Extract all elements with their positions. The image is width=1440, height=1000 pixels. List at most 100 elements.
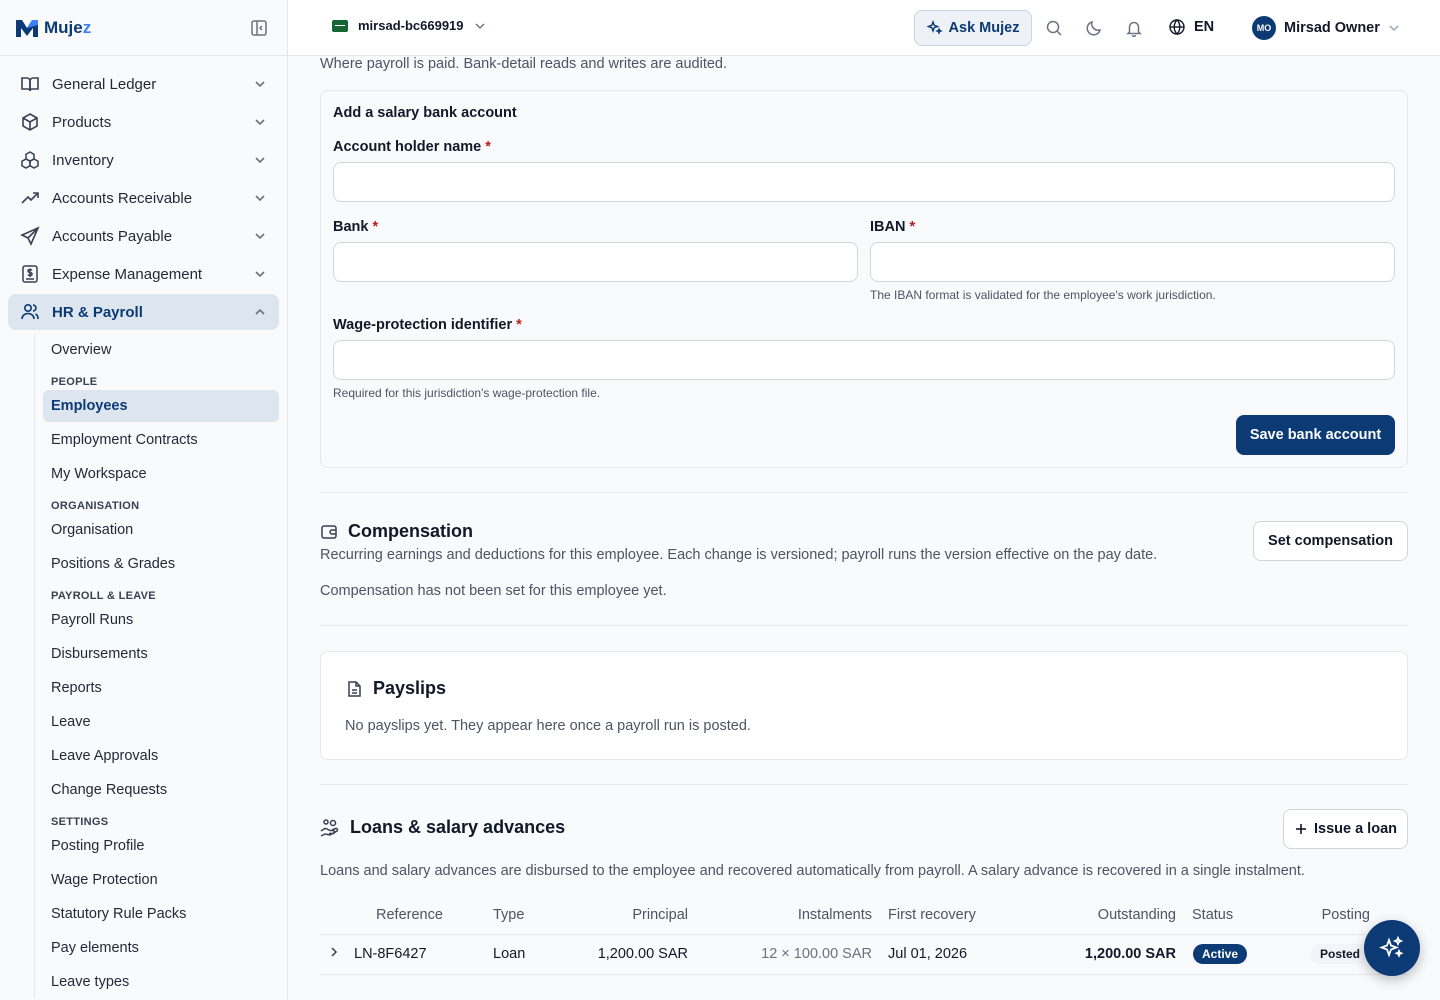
sidebar-sub-pay-elements[interactable]: Pay elements <box>43 932 279 964</box>
bank-input[interactable] <box>333 242 858 282</box>
sidebar-sub-leave-approvals[interactable]: Leave Approvals <box>43 740 279 772</box>
sparkles-icon <box>1379 935 1404 958</box>
tenant-switcher[interactable]: mirsad-bc669919 <box>332 18 486 33</box>
compensation-heading: Compensation <box>320 521 473 542</box>
issue-loan-button[interactable]: Issue a loan <box>1283 809 1408 849</box>
bank-form-title: Add a salary bank account <box>333 105 517 121</box>
loan-principal: 1,200.00 SAR <box>575 934 688 975</box>
globe-icon <box>1169 19 1185 35</box>
loans-description: Loans and salary advances are disbursed … <box>320 863 1305 879</box>
column-outstanding[interactable]: Outstanding <box>994 896 1176 935</box>
wage-protection-label: Wage-protection identifier * <box>333 317 522 333</box>
sidebar-collapse-icon[interactable] <box>250 19 268 37</box>
sidebar-group-settings: SETTINGS <box>51 816 109 828</box>
iban-hint: The IBAN format is validated for the emp… <box>870 288 1216 302</box>
column-type[interactable]: Type <box>493 896 575 935</box>
language-switcher[interactable]: EN <box>1168 18 1214 36</box>
sidebar-item-label: Accounts Payable <box>52 227 173 245</box>
sidebar-sub-reports[interactable]: Reports <box>43 672 279 704</box>
sidebar-item-accounts-payable[interactable]: Accounts Payable <box>8 218 279 254</box>
sidebar-sub-leave-types[interactable]: Leave types <box>43 966 279 998</box>
column-instalments[interactable]: Instalments <box>688 896 872 935</box>
sidebar-item-label: Products <box>52 113 112 131</box>
sidebar-item-accounts-receivable[interactable]: Accounts Receivable <box>8 180 279 216</box>
sidebar-sub-organisation[interactable]: Organisation <box>43 514 279 546</box>
document-icon <box>348 680 361 697</box>
sidebar-sub-my-workspace[interactable]: My Workspace <box>43 458 279 490</box>
saudi-flag-icon <box>332 19 348 32</box>
hr-payroll-submenu: Overview PEOPLE Employees Employment Con… <box>34 334 279 998</box>
set-compensation-button[interactable]: Set compensation <box>1253 521 1408 561</box>
sidebar-item-label: General Ledger <box>52 75 157 93</box>
plus-icon <box>1295 824 1306 834</box>
bell-icon[interactable] <box>1125 19 1143 37</box>
sidebar-sub-posting-profile[interactable]: Posting Profile <box>43 830 279 862</box>
book-icon <box>20 74 40 94</box>
sidebar-sub-overview[interactable]: Overview <box>43 334 279 366</box>
sidebar-sub-statutory-rule-packs[interactable]: Statutory Rule Packs <box>43 898 279 930</box>
receipt-dollar-icon <box>20 264 40 284</box>
sidebar-sub-positions-grades[interactable]: Positions & Grades <box>43 548 279 580</box>
user-name: Mirsad Owner <box>1284 20 1380 36</box>
sidebar-sub-change-requests[interactable]: Change Requests <box>43 774 279 806</box>
sidebar-sub-payroll-runs[interactable]: Payroll Runs <box>43 604 279 636</box>
sidebar-item-products[interactable]: Products <box>8 104 279 140</box>
compensation-section: Compensation Recurring earnings and dedu… <box>320 493 1408 625</box>
chevron-right-icon[interactable] <box>328 946 340 958</box>
account-holder-label: Account holder name * <box>333 139 491 155</box>
mujez-logo-icon <box>16 19 38 37</box>
sparkles-icon <box>926 20 943 35</box>
trending-up-icon <box>20 188 40 208</box>
hand-coins-icon <box>320 818 339 837</box>
chevron-down-icon <box>474 22 485 29</box>
account-holder-input[interactable] <box>333 162 1395 202</box>
sidebar-sub-employees[interactable]: Employees <box>43 390 279 422</box>
sidebar-item-label: HR & Payroll <box>52 303 143 321</box>
column-reference[interactable]: Reference <box>354 896 493 935</box>
search-icon[interactable] <box>1045 19 1063 37</box>
sidebar-group-organisation: ORGANISATION <box>51 500 140 512</box>
sidebar-nav: General Ledger Products Inventory Accoun… <box>0 56 287 998</box>
sidebar-item-inventory[interactable]: Inventory <box>8 142 279 178</box>
bank-label: Bank * <box>333 219 379 235</box>
chevron-down-icon <box>255 157 265 164</box>
table-header-row: Reference Type Principal Instalments Fir… <box>320 896 1408 935</box>
ai-assistant-fab[interactable] <box>1364 920 1420 976</box>
sidebar-item-expense-management[interactable]: Expense Management <box>8 256 279 292</box>
loan-outstanding: 1,200.00 SAR <box>994 934 1176 975</box>
sidebar: Mujez General Ledger Products Inventory … <box>0 0 288 1000</box>
sidebar-sub-disbursements[interactable]: Disbursements <box>43 638 279 670</box>
table-row[interactable]: LN-8F6427 Loan 1,200.00 SAR 12 × 100.00 … <box>320 934 1408 975</box>
iban-input[interactable] <box>870 242 1395 282</box>
status-badge: Active <box>1193 944 1248 964</box>
user-menu[interactable]: MO Mirsad Owner <box>1252 16 1400 40</box>
sidebar-item-general-ledger[interactable]: General Ledger <box>8 66 279 102</box>
save-bank-account-button[interactable]: Save bank account <box>1236 415 1395 455</box>
ask-mujez-button[interactable]: Ask Mujez <box>914 10 1032 46</box>
loans-table: Reference Type Principal Instalments Fir… <box>320 896 1408 975</box>
column-principal[interactable]: Principal <box>575 896 688 935</box>
chevron-down-icon <box>255 119 265 126</box>
sidebar-item-label: Accounts Receivable <box>52 189 193 207</box>
sidebar-sub-wage-protection[interactable]: Wage Protection <box>43 864 279 896</box>
sidebar-item-hr-payroll[interactable]: HR & Payroll <box>8 294 279 330</box>
language-label: EN <box>1194 19 1215 35</box>
chevron-down-icon <box>255 271 265 278</box>
brand[interactable]: Mujez <box>0 0 287 56</box>
chevron-down-icon <box>255 233 265 240</box>
loan-reference: LN-8F6427 <box>354 934 493 975</box>
compensation-empty-state: Compensation has not been set for this e… <box>320 583 667 599</box>
payslips-heading: Payslips <box>345 678 446 699</box>
sidebar-item-label: Inventory <box>52 151 114 169</box>
box-icon <box>20 112 40 132</box>
loan-type: Loan <box>493 934 575 975</box>
column-first-recovery[interactable]: First recovery <box>872 896 994 935</box>
moon-icon[interactable] <box>1085 19 1103 37</box>
sidebar-sub-employment-contracts[interactable]: Employment Contracts <box>43 424 279 456</box>
wage-protection-input[interactable] <box>333 340 1395 380</box>
tenant-name: mirsad-bc669919 <box>358 18 464 33</box>
divider <box>320 625 1408 626</box>
topbar: mirsad-bc669919 Ask Mujez EN MO Mirsad O… <box>288 0 1440 56</box>
sidebar-sub-leave[interactable]: Leave <box>43 706 279 738</box>
column-status[interactable]: Status <box>1176 896 1268 935</box>
